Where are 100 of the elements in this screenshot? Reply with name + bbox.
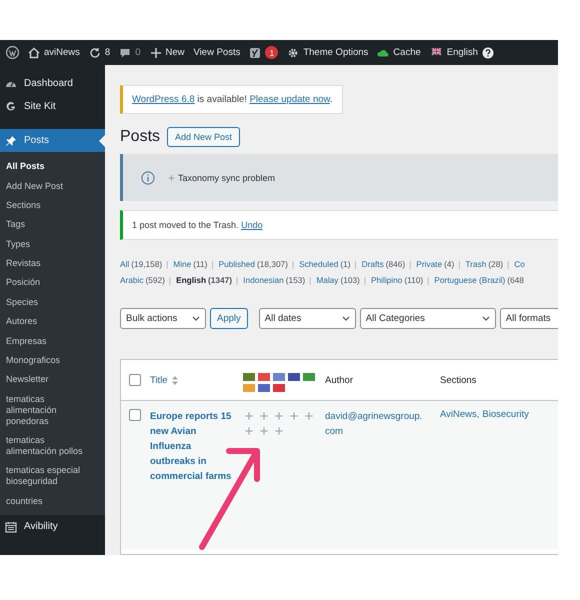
separator: | xyxy=(354,259,357,269)
filter-link[interactable]: All xyxy=(120,259,130,269)
seo-plugin-icon xyxy=(249,46,262,58)
plus-icon xyxy=(150,46,162,58)
filter-link[interactable]: Drafts xyxy=(362,259,384,269)
filter-count: (103) xyxy=(340,275,360,285)
submenu-item[interactable]: countries xyxy=(0,492,105,511)
help-icon xyxy=(482,46,494,58)
filter-link[interactable]: Indonesian xyxy=(243,275,284,285)
chevron-down-icon xyxy=(482,316,490,321)
google-g-icon xyxy=(5,100,17,112)
filter-count: (153) xyxy=(286,275,306,285)
filter-link[interactable]: Scheduled xyxy=(299,259,338,269)
checkbox[interactable] xyxy=(129,374,141,386)
filter-link[interactable]: Private xyxy=(416,259,442,269)
separator: | xyxy=(168,275,172,285)
filter-link[interactable]: English xyxy=(176,275,206,285)
undo-link[interactable]: Undo xyxy=(241,220,263,230)
apply-button[interactable]: Apply xyxy=(210,308,248,329)
toolbar-link[interactable]: Theme Options xyxy=(303,47,368,58)
submenu-item[interactable]: Autores xyxy=(0,312,105,332)
pin-icon xyxy=(5,134,17,146)
submenu-item[interactable]: Tags xyxy=(0,215,105,234)
category-filter-select[interactable]: All Categories xyxy=(360,308,496,329)
menu-item[interactable]: Site Kit xyxy=(0,95,105,118)
update-link[interactable]: Please update now xyxy=(250,94,330,105)
separator: | xyxy=(409,259,412,269)
toolbar-link[interactable]: 8 xyxy=(104,47,110,58)
submenu-item[interactable]: tematicas alimentación pollos xyxy=(0,430,105,462)
column-header[interactable]: Title xyxy=(150,374,168,386)
filter-count: (11) xyxy=(193,259,208,269)
notice-text: is available! xyxy=(196,94,248,105)
separator: | xyxy=(236,275,238,285)
section-link[interactable]: AviNews, xyxy=(440,409,480,420)
filter-link[interactable]: Published xyxy=(218,259,256,269)
add-new-post-button[interactable]: Add New Post xyxy=(167,127,240,147)
notice-text: . xyxy=(330,94,333,105)
format-filter-select[interactable]: All formats xyxy=(500,308,558,329)
filter-count: (19,158) xyxy=(131,259,162,269)
filter-link[interactable]: Malay xyxy=(316,275,338,285)
flag-icon xyxy=(430,48,443,57)
bulk-actions-select[interactable]: Bulk actions xyxy=(120,308,206,329)
filter-count: (592) xyxy=(146,275,165,285)
filter-count: (1347) xyxy=(208,275,232,285)
submenu-item[interactable]: Newsletter xyxy=(0,370,105,390)
notice-text: 1 post moved to the Trash. xyxy=(132,220,239,230)
submenu-item[interactable]: Types xyxy=(0,234,105,254)
home-icon xyxy=(28,46,40,58)
separator: | xyxy=(309,275,312,285)
separator: | xyxy=(507,259,510,269)
filter-link[interactable]: Portuguese (Brazil) xyxy=(434,275,506,285)
filter-count: (648 xyxy=(507,275,524,285)
date-filter-select[interactable]: All dates xyxy=(258,308,356,329)
page-title: Posts xyxy=(120,128,160,146)
filter-link[interactable]: Mine xyxy=(173,259,192,269)
wordpress-logo-icon xyxy=(6,46,19,59)
filter-count: (4) xyxy=(444,259,454,269)
chevron-down-icon xyxy=(342,316,350,321)
submenu-item[interactable]: tematicas alimentación ponedoras xyxy=(0,390,105,431)
comment-icon xyxy=(119,46,132,58)
refresh-icon xyxy=(88,46,101,58)
submenu-item[interactable]: All Posts xyxy=(0,157,105,176)
notification-badge: 1 xyxy=(265,46,278,59)
submenu-item[interactable]: Sections xyxy=(0,196,105,216)
toolbar-link[interactable]: New xyxy=(166,47,185,58)
separator: | xyxy=(166,259,168,269)
submenu-item[interactable]: Empresas xyxy=(0,331,105,351)
separator: | xyxy=(427,275,430,285)
section-link[interactable]: Biosecurity xyxy=(482,409,529,420)
checkbox[interactable] xyxy=(129,409,141,421)
toolbar-link[interactable]: 0 xyxy=(135,47,140,58)
submenu-item[interactable]: Add New Post xyxy=(0,176,105,196)
toolbar-link[interactable]: Cache xyxy=(393,47,421,58)
filter-count: (1) xyxy=(340,259,350,269)
submenu-item[interactable]: Revistas xyxy=(0,254,105,274)
filter-link[interactable]: Arabic xyxy=(120,275,144,285)
menu-item[interactable]: Dashboard xyxy=(0,72,105,95)
calendar-icon xyxy=(5,520,17,532)
separator: | xyxy=(292,259,294,269)
toolbar-link[interactable]: English xyxy=(446,47,478,58)
submenu-item[interactable]: Monograficos xyxy=(0,350,105,370)
menu-item[interactable]: Avibility xyxy=(0,515,105,538)
update-link[interactable]: WordPress 6.8 xyxy=(132,94,195,105)
menu-item[interactable]: Posts xyxy=(0,129,105,152)
separator: | xyxy=(364,275,366,285)
separator: | xyxy=(211,259,214,269)
filter-link[interactable]: Co xyxy=(514,259,525,269)
filter-count: (18,307) xyxy=(257,259,288,269)
submenu-item[interactable]: Species xyxy=(0,292,105,312)
author-link[interactable]: david@agrinewsgroup.com xyxy=(325,409,436,439)
submenu-item[interactable]: Posición xyxy=(0,273,105,293)
filter-count: (846) xyxy=(386,259,406,269)
filter-link[interactable]: Trash xyxy=(465,259,486,269)
filter-count: (28) xyxy=(488,259,504,269)
submenu-item[interactable]: tematicas especial bioseguridad xyxy=(0,461,105,492)
toolbar-link[interactable]: aviNews xyxy=(44,47,80,58)
toolbar-link[interactable]: View Posts xyxy=(194,47,240,58)
filter-link[interactable]: Philipino xyxy=(370,275,402,285)
sort-icon xyxy=(172,376,178,384)
notice-text: Taxonomy sync problem xyxy=(178,172,276,182)
